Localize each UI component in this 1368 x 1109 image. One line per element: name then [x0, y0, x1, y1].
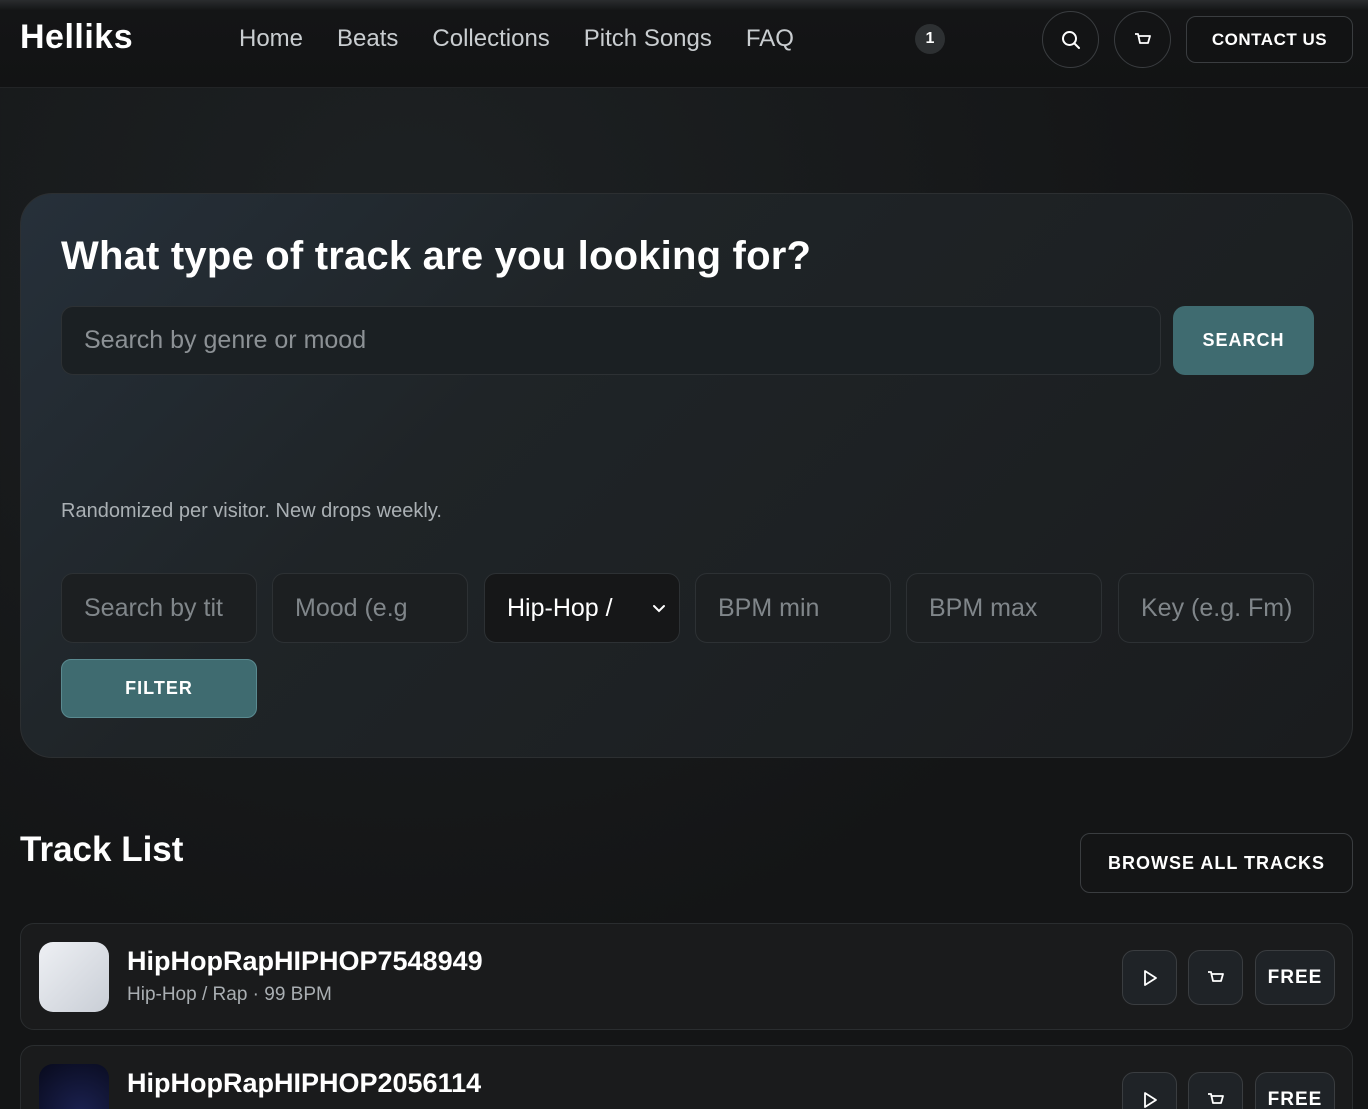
bpm-min-input[interactable]: BPM min — [695, 573, 891, 643]
title-filter-input[interactable]: Search by tit — [61, 573, 257, 643]
wave-caption: Randomized per visitor. New drops weekly… — [61, 500, 442, 522]
track-row[interactable]: HipHopRapHIPHOP7548949 Hip-Hop / Rap · 9… — [20, 923, 1353, 1030]
add-to-cart-button[interactable] — [1188, 950, 1243, 1005]
nav-link-home[interactable]: Home — [239, 24, 303, 54]
contact-us-button[interactable]: CONTACT US — [1186, 16, 1353, 63]
track-title: HipHopRapHIPHOP7548949 — [127, 946, 483, 976]
site-logo[interactable]: Helliks — [20, 18, 133, 57]
play-icon — [1143, 1091, 1157, 1108]
track-thumbnail — [39, 942, 109, 1012]
play-icon — [1143, 969, 1157, 986]
track-list-heading: Track List — [20, 830, 184, 869]
free-download-button[interactable]: FREE — [1255, 950, 1335, 1005]
cart-count-badge: 1 — [915, 24, 945, 54]
cart-icon — [1134, 32, 1151, 44]
nav-link-faq[interactable]: FAQ — [746, 24, 794, 54]
chevron-down-icon — [653, 605, 665, 613]
track-meta: Hip-Hop / Rap · 99 BPM — [127, 984, 332, 1005]
play-button[interactable] — [1122, 1072, 1177, 1109]
cart-button[interactable] — [1114, 11, 1171, 68]
play-button[interactable] — [1122, 950, 1177, 1005]
nav-link-collections[interactable]: Collections — [432, 24, 549, 54]
hero-title: What type of track are you looking for? — [61, 234, 812, 278]
waveform-decoration — [61, 416, 1293, 479]
top-navigation-bar: Helliks Home Beats Collections Pitch Son… — [0, 0, 1368, 88]
search-panel: What type of track are you looking for? … — [20, 193, 1353, 758]
track-title: HipHopRapHIPHOP2056114 — [127, 1068, 482, 1098]
main-nav: Home Beats Collections Pitch Songs FAQ — [239, 24, 828, 54]
bpm-max-input[interactable]: BPM max — [906, 573, 1102, 643]
browse-all-tracks-button[interactable]: BROWSE ALL TRACKS — [1080, 833, 1353, 893]
add-to-cart-button[interactable] — [1188, 1072, 1243, 1109]
free-download-button[interactable]: FREE — [1255, 1072, 1335, 1109]
track-thumbnail — [39, 1064, 109, 1109]
nav-link-pitch-songs[interactable]: Pitch Songs — [584, 24, 712, 54]
mood-filter-input[interactable]: Mood (e.g — [272, 573, 468, 643]
search-submit-button[interactable]: SEARCH — [1173, 306, 1314, 375]
genre-select-value: Hip-Hop / — [507, 594, 613, 622]
filter-button[interactable]: FILTER — [61, 659, 257, 718]
search-button[interactable] — [1042, 11, 1099, 68]
key-filter-input[interactable]: Key (e.g. Fm) — [1118, 573, 1314, 643]
track-row[interactable]: HipHopRapHIPHOP2056114 FREE — [20, 1045, 1353, 1109]
nav-link-beats[interactable]: Beats — [337, 24, 398, 54]
cart-icon — [1207, 970, 1224, 982]
cart-icon — [1207, 1092, 1224, 1104]
genre-select[interactable]: Hip-Hop / — [484, 573, 680, 643]
genre-search-input[interactable]: Search by genre or mood — [61, 306, 1161, 375]
search-icon — [1061, 30, 1080, 49]
